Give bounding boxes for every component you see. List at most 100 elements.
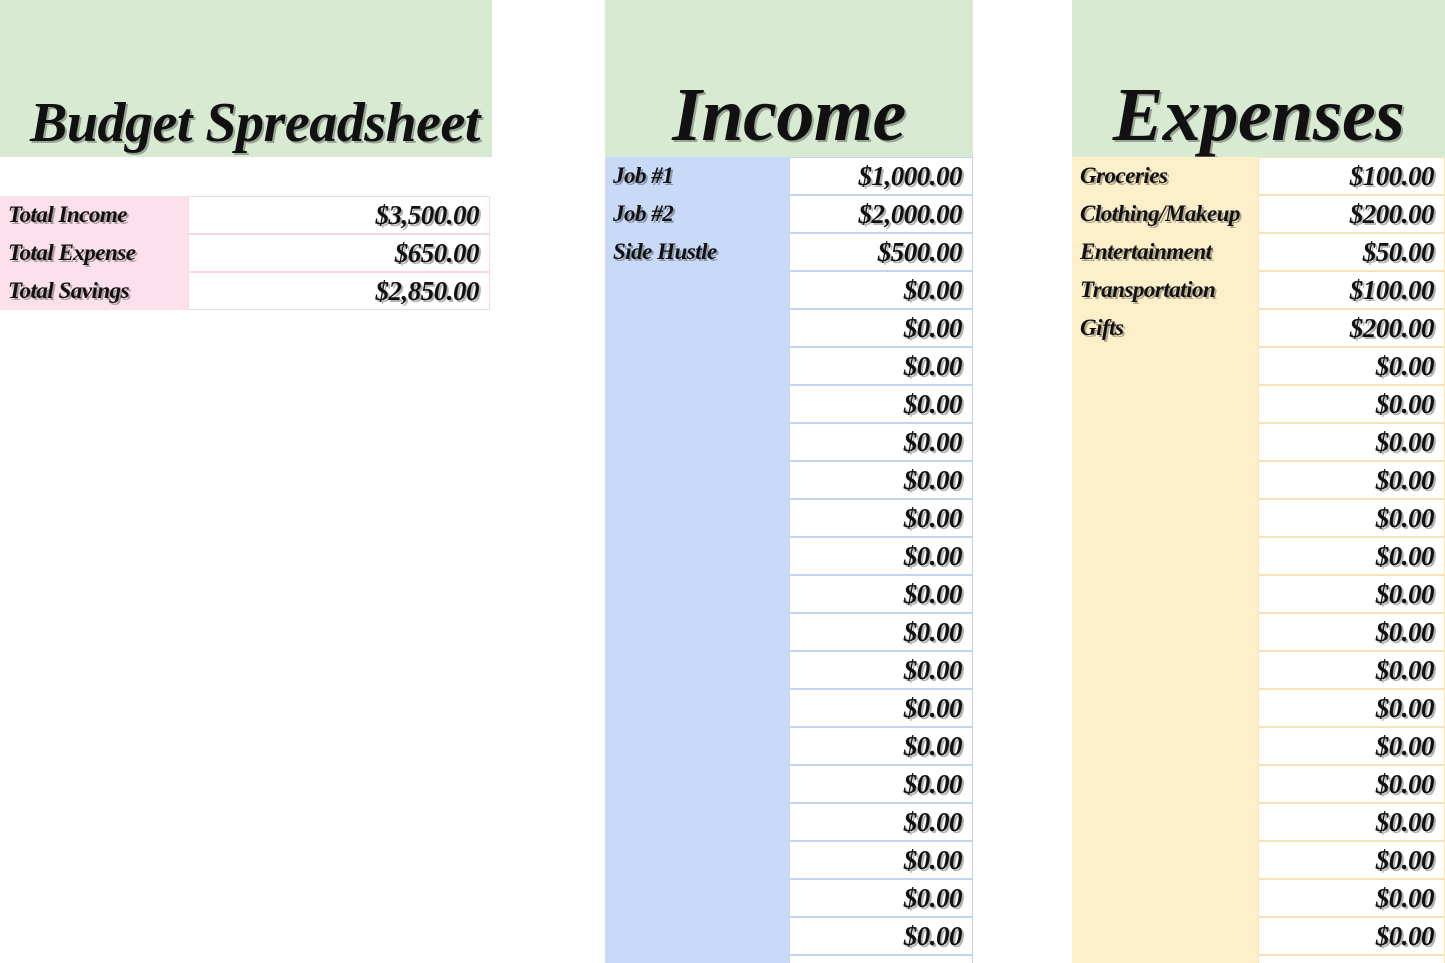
- expenses-row-label[interactable]: [1072, 537, 1258, 575]
- income-row-value[interactable]: $2,000.00: [789, 195, 973, 233]
- income-row-value[interactable]: $0.00: [789, 955, 973, 963]
- expenses-row-value[interactable]: $0.00: [1258, 347, 1445, 385]
- expenses-row-value[interactable]: $100.00: [1258, 157, 1445, 195]
- income-row-label[interactable]: [605, 879, 789, 917]
- expenses-row: $0.00: [1072, 879, 1445, 917]
- income-row-label[interactable]: [605, 613, 789, 651]
- expenses-row-value[interactable]: $50.00: [1258, 233, 1445, 271]
- expenses-row-value[interactable]: $0.00: [1258, 803, 1445, 841]
- expenses-row-value[interactable]: $0.00: [1258, 689, 1445, 727]
- expenses-row-value[interactable]: $0.00: [1258, 917, 1445, 955]
- expenses-row-label[interactable]: [1072, 347, 1258, 385]
- expenses-row-label[interactable]: [1072, 917, 1258, 955]
- income-row-label[interactable]: [605, 917, 789, 955]
- income-row: $0.00: [605, 803, 973, 841]
- expenses-row-label[interactable]: [1072, 841, 1258, 879]
- expenses-row-label[interactable]: [1072, 423, 1258, 461]
- expenses-row: $0.00: [1072, 727, 1445, 765]
- income-row-label[interactable]: [605, 537, 789, 575]
- income-row-value[interactable]: $0.00: [789, 689, 973, 727]
- income-row-label[interactable]: [605, 309, 789, 347]
- expenses-row-value[interactable]: $0.00: [1258, 499, 1445, 537]
- income-row: $0.00: [605, 385, 973, 423]
- income-row-value[interactable]: $0.00: [789, 271, 973, 309]
- expenses-row: Groceries $100.00: [1072, 157, 1445, 195]
- expenses-row-value[interactable]: $200.00: [1258, 309, 1445, 347]
- expenses-row-label[interactable]: Entertainment: [1072, 233, 1258, 271]
- income-row-label[interactable]: [605, 727, 789, 765]
- income-row-label[interactable]: [605, 841, 789, 879]
- expenses-row-value[interactable]: $0.00: [1258, 955, 1445, 963]
- expenses-row-label[interactable]: [1072, 385, 1258, 423]
- income-row-value[interactable]: $0.00: [789, 347, 973, 385]
- income-row-label[interactable]: [605, 385, 789, 423]
- income-row-value[interactable]: $0.00: [789, 385, 973, 423]
- expenses-row-label[interactable]: Transportation: [1072, 271, 1258, 309]
- expenses-row-value[interactable]: $0.00: [1258, 879, 1445, 917]
- expenses-row-label[interactable]: [1072, 461, 1258, 499]
- income-row-value[interactable]: $0.00: [789, 879, 973, 917]
- income-row-label[interactable]: [605, 689, 789, 727]
- expenses-row-label[interactable]: [1072, 765, 1258, 803]
- income-row-value[interactable]: $0.00: [789, 423, 973, 461]
- expenses-row-value[interactable]: $0.00: [1258, 385, 1445, 423]
- income-row-label[interactable]: [605, 575, 789, 613]
- expenses-row-value[interactable]: $100.00: [1258, 271, 1445, 309]
- expenses-row-label[interactable]: [1072, 689, 1258, 727]
- expenses-row-label[interactable]: [1072, 727, 1258, 765]
- expenses-row-label[interactable]: Groceries: [1072, 157, 1258, 195]
- expenses-row-value[interactable]: $200.00: [1258, 195, 1445, 233]
- summary-row-value[interactable]: $3,500.00: [188, 196, 490, 234]
- income-row-label[interactable]: [605, 271, 789, 309]
- income-row-label[interactable]: Side Hustle: [605, 233, 789, 271]
- income-row-value[interactable]: $0.00: [789, 309, 973, 347]
- expenses-row-value[interactable]: $0.00: [1258, 423, 1445, 461]
- expenses-row-label[interactable]: [1072, 955, 1258, 963]
- income-row-value[interactable]: $0.00: [789, 917, 973, 955]
- expenses-row-value[interactable]: $0.00: [1258, 841, 1445, 879]
- income-row-label[interactable]: [605, 347, 789, 385]
- expenses-row-label[interactable]: [1072, 575, 1258, 613]
- income-title-band: Income: [605, 0, 973, 157]
- expenses-row-value[interactable]: $0.00: [1258, 575, 1445, 613]
- expenses-row-label[interactable]: [1072, 499, 1258, 537]
- expenses-row-label[interactable]: Gifts: [1072, 309, 1258, 347]
- expenses-row-value[interactable]: $0.00: [1258, 461, 1445, 499]
- income-row-value[interactable]: $0.00: [789, 499, 973, 537]
- expenses-row-label[interactable]: [1072, 651, 1258, 689]
- income-row-label[interactable]: [605, 955, 789, 963]
- expenses-row-value[interactable]: $0.00: [1258, 765, 1445, 803]
- income-row-value[interactable]: $0.00: [789, 537, 973, 575]
- income-row-value[interactable]: $0.00: [789, 727, 973, 765]
- income-row-value[interactable]: $500.00: [789, 233, 973, 271]
- income-row-value[interactable]: $0.00: [789, 765, 973, 803]
- expenses-row-label[interactable]: [1072, 879, 1258, 917]
- expenses-row-value[interactable]: $0.00: [1258, 537, 1445, 575]
- expenses-row-label[interactable]: [1072, 613, 1258, 651]
- expenses-row: $0.00: [1072, 423, 1445, 461]
- expenses-row-value[interactable]: $0.00: [1258, 727, 1445, 765]
- income-row-value[interactable]: $0.00: [789, 841, 973, 879]
- income-row-label[interactable]: [605, 651, 789, 689]
- income-row-value[interactable]: $0.00: [789, 613, 973, 651]
- expenses-row-label[interactable]: [1072, 803, 1258, 841]
- income-row: Job #2 $2,000.00: [605, 195, 973, 233]
- income-row-value[interactable]: $1,000.00: [789, 157, 973, 195]
- income-row-value[interactable]: $0.00: [789, 803, 973, 841]
- income-row-label[interactable]: [605, 765, 789, 803]
- income-row-label[interactable]: Job #1: [605, 157, 789, 195]
- income-row-label[interactable]: Job #2: [605, 195, 789, 233]
- expenses-row-value[interactable]: $0.00: [1258, 613, 1445, 651]
- expenses-row-value[interactable]: $0.00: [1258, 651, 1445, 689]
- income-row-value[interactable]: $0.00: [789, 575, 973, 613]
- income-row-label[interactable]: [605, 499, 789, 537]
- income-row-label[interactable]: [605, 423, 789, 461]
- summary-row-value[interactable]: $650.00: [188, 234, 490, 272]
- income-row-label[interactable]: [605, 461, 789, 499]
- summary-row-value[interactable]: $2,850.00: [188, 272, 490, 310]
- expenses-row: $0.00: [1072, 537, 1445, 575]
- expenses-row-label[interactable]: Clothing/Makeup: [1072, 195, 1258, 233]
- income-row-label[interactable]: [605, 803, 789, 841]
- income-row-value[interactable]: $0.00: [789, 651, 973, 689]
- income-row-value[interactable]: $0.00: [789, 461, 973, 499]
